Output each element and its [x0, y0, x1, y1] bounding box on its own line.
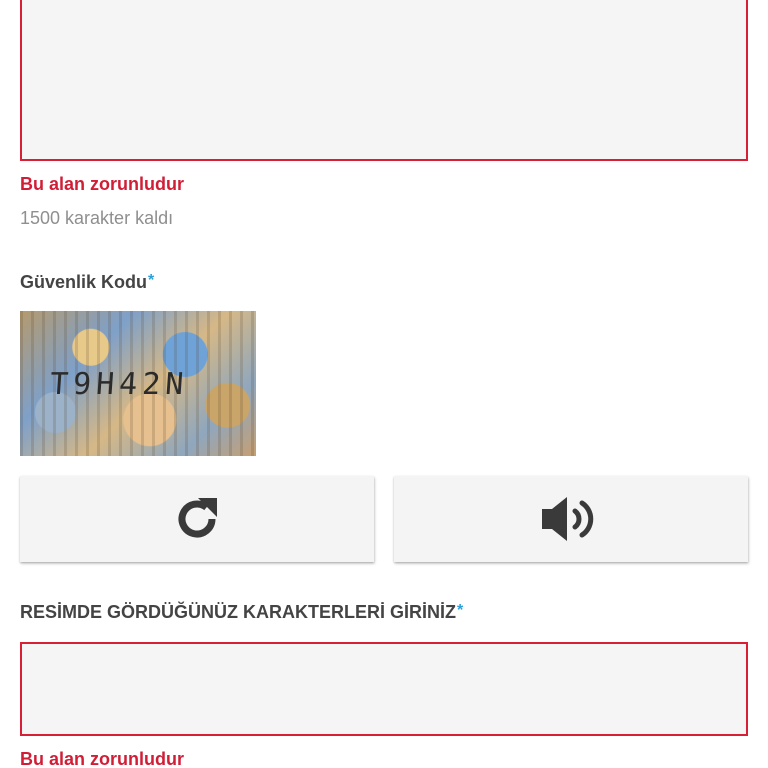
refresh-captcha-button[interactable]	[20, 476, 374, 562]
message-textarea[interactable]	[20, 0, 748, 161]
character-counter: 1500 karakter kaldı	[20, 208, 174, 228]
captcha-input-label-text: RESİMDE GÖRDÜĞÜNÜZ KARAKTERLERİ GİRİNİZ	[20, 602, 456, 622]
required-asterisk: *	[457, 602, 464, 619]
refresh-icon	[170, 492, 224, 546]
captcha-image: T9H42N	[20, 311, 256, 456]
message-error: Bu alan zorunludur	[20, 174, 184, 194]
captcha-input-error: Bu alan zorunludur	[20, 749, 184, 768]
captcha-input[interactable]	[20, 642, 748, 736]
speaker-icon	[536, 492, 606, 546]
security-code-label-text: Güvenlik Kodu	[20, 272, 148, 292]
security-code-label: Güvenlik Kodu*	[20, 272, 154, 293]
captcha-input-label: RESİMDE GÖRDÜĞÜNÜZ KARAKTERLERİ GİRİNİZ*	[20, 602, 463, 623]
required-asterisk: *	[148, 272, 155, 289]
audio-captcha-button[interactable]	[394, 476, 748, 562]
captcha-text: T9H42N	[48, 367, 190, 402]
